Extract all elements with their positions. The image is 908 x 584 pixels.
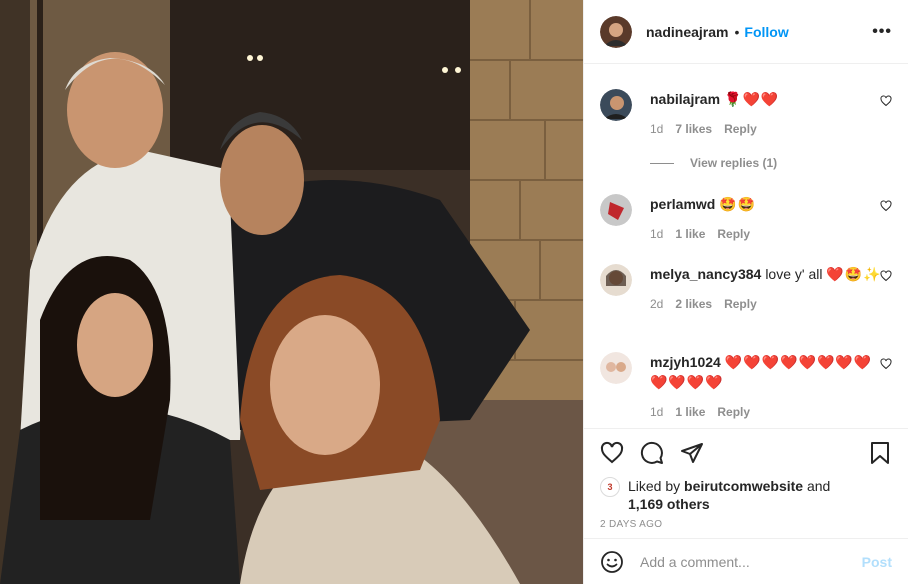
small-heart-icon[interactable] (880, 200, 892, 212)
small-heart-icon[interactable] (880, 358, 892, 370)
comment-time[interactable]: 2d (650, 297, 663, 311)
commenter-username[interactable]: nabilajram (650, 91, 720, 107)
commenter-avatar[interactable] (600, 264, 632, 296)
comment-emoji: ❤️🤩✨ (826, 266, 882, 282)
commenter-avatar[interactable] (600, 89, 632, 121)
likes-summary: 3 Liked by beirutcomwebsite and 1,169 ot… (584, 477, 908, 513)
comment-input[interactable] (640, 553, 862, 570)
paper-plane-icon[interactable] (678, 439, 706, 467)
reply-button[interactable]: Reply (717, 227, 750, 241)
comment-item: nabilajram 🌹❤️❤️ 1d 7 likes Reply (600, 89, 892, 139)
liked-by-prefix: Liked by (628, 478, 681, 494)
comment-likes[interactable]: 1 like (675, 227, 705, 241)
comment-item: perlamwd 🤩🤩 1d 1 like Reply (600, 194, 892, 244)
comment-time[interactable]: 1d (650, 227, 663, 241)
post-side-panel: nadineajram • Follow ••• nabilajram 🌹❤️❤️… (583, 0, 908, 584)
commenter-avatar[interactable] (600, 352, 632, 384)
comment-likes[interactable]: 7 likes (675, 122, 712, 136)
separator-dot: • (734, 23, 740, 40)
view-replies-label: View replies (1) (690, 156, 778, 170)
commenter-username[interactable]: mzjyh1024 (650, 354, 721, 370)
heart-icon[interactable] (598, 439, 626, 467)
likes-others-link[interactable]: 1,169 others (628, 496, 710, 512)
commenter-username[interactable]: melya_nancy384 (650, 266, 761, 282)
replies-divider-line (650, 162, 674, 164)
view-replies-button[interactable]: View replies (1) (650, 156, 777, 170)
post-timestamp[interactable]: 2 days ago (584, 513, 908, 530)
small-heart-icon[interactable] (880, 95, 892, 107)
commenter-username[interactable]: perlamwd (650, 196, 715, 212)
post-actions-area: 3 Liked by beirutcomwebsite and 1,169 ot… (584, 428, 908, 530)
reply-button[interactable]: Reply (717, 405, 750, 419)
liker-avatar[interactable]: 3 (600, 477, 620, 497)
comment-likes[interactable]: 2 likes (675, 297, 712, 311)
add-comment-bar: Post (584, 538, 908, 584)
post-photo[interactable] (0, 0, 583, 584)
bookmark-icon[interactable] (866, 439, 894, 467)
small-heart-icon[interactable] (880, 270, 892, 282)
author-username[interactable]: nadineajram (646, 24, 728, 40)
comment-emoji: 🤩🤩 (719, 196, 757, 212)
comment-likes[interactable]: 1 like (675, 405, 705, 419)
comment-emoji: 🌹❤️❤️ (724, 91, 780, 107)
follow-button[interactable]: Follow (744, 24, 788, 40)
more-options-icon[interactable]: ••• (872, 23, 892, 41)
reply-button[interactable]: Reply (724, 297, 757, 311)
author-avatar[interactable] (600, 15, 632, 48)
comment-item: mzjyh1024 ❤️❤️❤️❤️❤️❤️❤️❤️❤️❤️❤️❤️ 1d 1 li… (600, 352, 892, 422)
liker-username[interactable]: beirutcomwebsite (684, 478, 803, 494)
smiley-icon[interactable] (600, 550, 624, 574)
comment-icon[interactable] (638, 439, 666, 467)
post-header: nadineajram • Follow ••• (584, 0, 908, 64)
commenter-avatar[interactable] (600, 194, 632, 226)
comment-item: melya_nancy384 love y' all ❤️🤩✨ 2d 2 likes… (600, 264, 892, 314)
action-bar (584, 429, 908, 477)
post-comment-button[interactable]: Post (862, 554, 892, 570)
comment-text: love y' all (765, 266, 823, 282)
comments-list: nabilajram 🌹❤️❤️ 1d 7 likes Reply View repl… (584, 65, 908, 428)
reply-button[interactable]: Reply (724, 122, 757, 136)
comment-time[interactable]: 1d (650, 405, 663, 419)
liked-by-conjunction: and (806, 478, 831, 494)
group-photo-image (0, 0, 583, 584)
comment-time[interactable]: 1d (650, 122, 663, 136)
